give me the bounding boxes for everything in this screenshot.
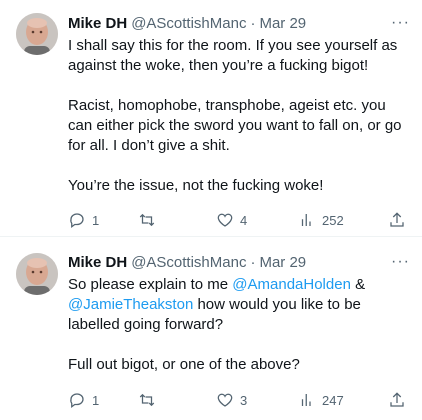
reply-icon xyxy=(70,213,84,229)
more-options-icon[interactable]: ··· xyxy=(391,254,410,270)
tweet-text: I shall say this for the room. If you se… xyxy=(68,36,408,196)
mention-link[interactable]: @AmandaHolden xyxy=(232,276,351,293)
share-button[interactable] xyxy=(388,390,406,410)
tweet-paragraph: Full out bigot, or one of the above? xyxy=(68,356,300,373)
more-options-icon[interactable]: ··· xyxy=(391,15,410,31)
tweet-text: So please explain to me @AmandaHolden & … xyxy=(68,275,408,375)
separator: · xyxy=(250,14,256,32)
like-button[interactable]: 4 xyxy=(216,210,247,230)
author-name[interactable]: Mike DH xyxy=(68,254,127,271)
reply-button[interactable]: 1 xyxy=(68,210,99,230)
avatar[interactable] xyxy=(16,13,58,55)
tweet-paragraph: I shall say this for the room. If you se… xyxy=(68,37,398,74)
share-icon xyxy=(390,212,404,227)
author-name[interactable]: Mike DH xyxy=(68,15,127,32)
views-button[interactable]: 247 xyxy=(298,390,344,410)
views-button[interactable]: 252 xyxy=(298,210,344,230)
tweet-paragraph: Racist, homophobe, transphobe, ageist et… xyxy=(68,97,402,154)
views-icon xyxy=(301,394,311,406)
share-button[interactable] xyxy=(388,210,406,230)
tweet-actions: 1 3 247 xyxy=(68,390,408,410)
tweet-header: Mike DH @AScottishManc · Mar 29 ··· xyxy=(68,12,410,34)
author-handle[interactable]: @AScottishManc xyxy=(131,15,246,32)
reply-count: 1 xyxy=(92,392,100,408)
tweet-paragraph: You’re the issue, not the fucking woke! xyxy=(68,177,324,194)
retweet-icon xyxy=(139,213,155,227)
tweet-date[interactable]: Mar 29 xyxy=(259,254,306,271)
like-button[interactable]: 3 xyxy=(216,390,247,410)
tweet[interactable]: Mike DH @AScottishManc · Mar 29 ··· I sh… xyxy=(0,0,422,237)
views-count: 247 xyxy=(322,392,344,408)
author-handle[interactable]: @AScottishManc xyxy=(131,254,246,271)
tweet-date[interactable]: Mar 29 xyxy=(259,15,306,32)
retweet-button[interactable] xyxy=(138,390,162,410)
avatar[interactable] xyxy=(16,253,58,295)
mention-link[interactable]: @JamieTheakston xyxy=(68,296,193,313)
tweet-header: Mike DH @AScottishManc · Mar 29 ··· xyxy=(68,251,410,273)
views-icon xyxy=(301,214,311,226)
views-count: 252 xyxy=(322,212,344,228)
heart-icon xyxy=(217,213,233,227)
like-count: 3 xyxy=(240,392,248,408)
tweet-actions: 1 4 252 xyxy=(68,210,408,230)
share-icon xyxy=(390,392,404,407)
tweet[interactable]: Mike DH @AScottishManc · Mar 29 ··· So p… xyxy=(0,237,422,420)
reply-icon xyxy=(70,393,84,409)
retweet-button[interactable] xyxy=(138,210,162,230)
separator: · xyxy=(250,253,256,271)
reply-count: 1 xyxy=(92,212,100,228)
reply-button[interactable]: 1 xyxy=(68,390,99,410)
like-count: 4 xyxy=(240,212,248,228)
tweet-paragraph: So please explain to me @AmandaHolden & … xyxy=(68,275,408,335)
heart-icon xyxy=(217,393,233,407)
text-segment: & xyxy=(350,276,366,293)
text-segment: So please explain to me xyxy=(68,276,233,293)
retweet-icon xyxy=(139,393,155,407)
